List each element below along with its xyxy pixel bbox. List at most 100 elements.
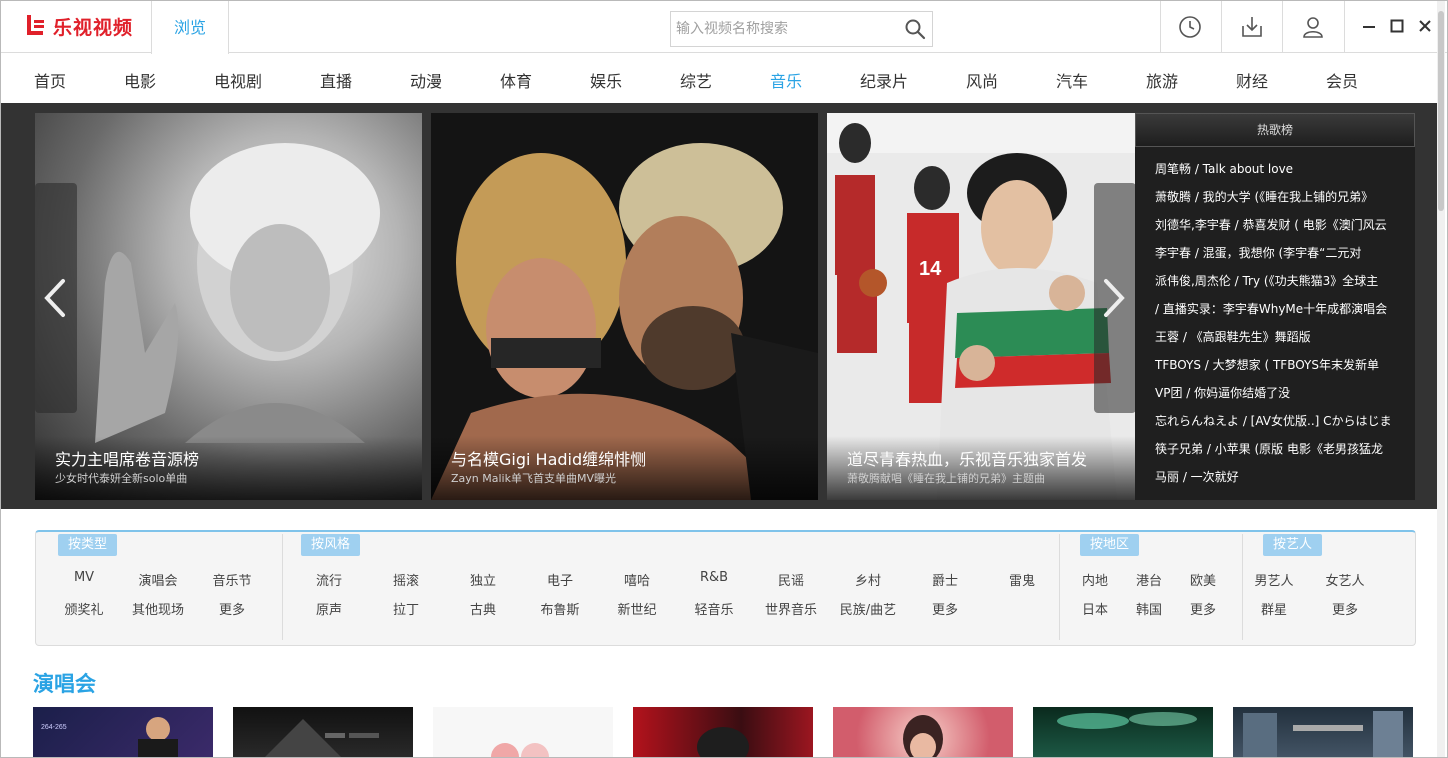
user-icon[interactable] xyxy=(1300,14,1326,40)
nav-item-variety[interactable]: 综艺 xyxy=(680,68,712,92)
concert-thumbnail[interactable] xyxy=(1033,707,1213,757)
filter-group-region: 按地区 内地 港台 欧美 日本 韩国 更多 xyxy=(1060,532,1242,644)
banner-slide[interactable]: 14 道尽青春热血，乐视音乐独家首发 萧敬腾献唱《睡在我上铺的兄弟》主题曲 xyxy=(827,113,1135,500)
concert-thumbnail[interactable] xyxy=(1233,707,1413,757)
nav-item-vip[interactable]: 会员 xyxy=(1326,68,1358,92)
filter-item[interactable]: 更多 xyxy=(194,599,270,618)
filter-group-type: 按类型 MV 演唱会 音乐节 颁奖礼 其他现场 更多 xyxy=(36,532,282,644)
nav-item-finance[interactable]: 财经 xyxy=(1236,68,1268,92)
filter-item[interactable]: 电子 xyxy=(522,570,598,589)
banner-slide[interactable]: 实力主唱席卷音源榜 少女时代泰妍全新solo单曲 xyxy=(35,113,422,500)
nav-item-sports[interactable]: 体育 xyxy=(500,68,532,92)
filter-item[interactable]: 男艺人 xyxy=(1236,570,1312,589)
filter-item[interactable]: 爵士 xyxy=(907,570,983,589)
slide-subtitle: 萧敬腾献唱《睡在我上铺的兄弟》主题曲 xyxy=(847,472,1045,485)
music-filters: 按类型 MV 演唱会 音乐节 颁奖礼 其他现场 更多 按风格 流行 摇滚 独立 … xyxy=(35,530,1416,646)
concert-thumbnail[interactable]: 264-265 xyxy=(33,707,213,757)
slide-subtitle: 少女时代泰妍全新solo单曲 xyxy=(55,472,188,485)
hot-song-item[interactable]: 马丽 / 一次就好 xyxy=(1135,463,1415,491)
filter-item[interactable]: 其他现场 xyxy=(120,599,196,618)
filter-item[interactable]: 民谣 xyxy=(753,570,829,589)
slide-caption: 实力主唱席卷音源榜 少女时代泰妍全新solo单曲 xyxy=(35,436,422,500)
filter-item[interactable]: 群星 xyxy=(1236,599,1312,618)
slide-title: 实力主唱席卷音源榜 xyxy=(55,450,200,469)
hot-song-item[interactable]: 忘れらんねえよ / [AV女优版..] Cからはじま xyxy=(1135,407,1415,435)
nav-item-fashion[interactable]: 风尚 xyxy=(966,68,998,92)
tab-browse[interactable]: 浏览 xyxy=(151,1,229,54)
nav-item-movie[interactable]: 电影 xyxy=(124,68,156,92)
filter-item[interactable]: 颁奖礼 xyxy=(46,599,122,618)
thumbnail-image: 264-265 xyxy=(41,717,178,757)
filter-item[interactable]: 古典 xyxy=(445,599,521,618)
nav-item-anime[interactable]: 动漫 xyxy=(410,68,442,92)
filter-item[interactable]: 更多 xyxy=(1307,599,1383,618)
history-icon[interactable] xyxy=(1177,14,1203,40)
filter-item[interactable]: 音乐节 xyxy=(194,570,270,589)
filter-item[interactable]: 民族/曲艺 xyxy=(830,599,906,618)
filter-item[interactable]: 摇滚 xyxy=(368,570,444,589)
nav-item-live[interactable]: 直播 xyxy=(320,68,352,92)
search-input[interactable] xyxy=(671,12,897,46)
thumbnail-image xyxy=(491,743,549,757)
slide-caption: 道尽青春热血，乐视音乐独家首发 萧敬腾献唱《睡在我上铺的兄弟》主题曲 xyxy=(827,436,1135,500)
nav-item-travel[interactable]: 旅游 xyxy=(1146,68,1178,92)
hot-song-item[interactable]: 王蓉 / 《高跟鞋先生》舞蹈版 xyxy=(1135,323,1415,351)
filter-item[interactable]: 更多 xyxy=(907,599,983,618)
download-icon[interactable] xyxy=(1239,14,1265,40)
hot-song-item[interactable]: 筷子兄弟 / 小苹果 (原版 电影《老男孩猛龙 xyxy=(1135,435,1415,463)
filter-item[interactable]: 女艺人 xyxy=(1307,570,1383,589)
concert-thumbnail[interactable] xyxy=(833,707,1013,757)
search-icon[interactable] xyxy=(904,18,926,40)
carousel-next-button[interactable] xyxy=(1094,183,1136,413)
scrollbar-thumb[interactable] xyxy=(1438,11,1444,211)
hot-song-item[interactable]: VP团 / 你妈逼你结婚了没 xyxy=(1135,379,1415,407)
hot-song-item[interactable]: 周笔畅 / Talk about love xyxy=(1135,155,1415,183)
hot-songs-title: 热歌榜 xyxy=(1135,113,1415,147)
hot-song-item[interactable]: / 直播实录：李宇春WhyMe十年成都演唱会 xyxy=(1135,295,1415,323)
minimize-icon[interactable] xyxy=(1361,18,1377,34)
nav-item-entertainment[interactable]: 娱乐 xyxy=(590,68,622,92)
nav-item-auto[interactable]: 汽车 xyxy=(1056,68,1088,92)
filter-item[interactable]: MV xyxy=(46,570,122,585)
hot-song-item[interactable]: 李宇春 / 混蛋，我想你 (李宇春“二元对 xyxy=(1135,239,1415,267)
filter-tag-type: 按类型 xyxy=(58,534,118,556)
close-icon[interactable] xyxy=(1417,18,1433,34)
maximize-icon[interactable] xyxy=(1389,18,1405,34)
filter-item[interactable]: 拉丁 xyxy=(368,599,444,618)
filter-item[interactable]: 布鲁斯 xyxy=(522,599,598,618)
filter-item[interactable]: R&B xyxy=(676,570,752,585)
filter-item[interactable]: 雷鬼 xyxy=(984,570,1060,589)
hot-song-item[interactable]: TFBOYS / 大梦想家 ( TFBOYS年末发新单 xyxy=(1135,351,1415,379)
hot-song-item[interactable]: 刘德华,李宇春 / 恭喜发财 ( 电影《澳门风云 xyxy=(1135,211,1415,239)
hot-song-item[interactable]: 萧敬腾 / 我的大学 (《睡在我上铺的兄弟》 xyxy=(1135,183,1415,211)
concert-thumbnail[interactable] xyxy=(433,707,613,757)
page-scrollbar[interactable] xyxy=(1437,1,1445,757)
filter-item[interactable]: 嘻哈 xyxy=(599,570,675,589)
filter-item[interactable]: 轻音乐 xyxy=(676,599,752,618)
hot-song-item[interactable]: 派伟俊,周杰伦 / Try (《功夫熊猫3》全球主 xyxy=(1135,267,1415,295)
svg-text:14: 14 xyxy=(919,258,942,280)
toolbar-divider xyxy=(1344,1,1345,53)
filter-item[interactable]: 世界音乐 xyxy=(753,599,829,618)
nav-item-home[interactable]: 首页 xyxy=(34,68,66,92)
toolbar-divider xyxy=(1282,1,1283,53)
carousel-prev-button[interactable] xyxy=(35,183,77,413)
thumbnail-image xyxy=(697,727,749,757)
filter-item[interactable]: 独立 xyxy=(445,570,521,589)
nav-item-music[interactable]: 音乐 xyxy=(770,68,802,92)
filter-item[interactable]: 新世纪 xyxy=(599,599,675,618)
filter-item[interactable]: 乡村 xyxy=(830,570,906,589)
nav-item-documentary[interactable]: 纪录片 xyxy=(860,68,908,92)
concert-thumbnail[interactable] xyxy=(633,707,813,757)
nav-item-tv[interactable]: 电视剧 xyxy=(214,68,262,92)
filter-item[interactable]: 流行 xyxy=(291,570,367,589)
app-logo[interactable]: 乐视视频 xyxy=(25,11,133,41)
filter-item[interactable]: 演唱会 xyxy=(120,570,196,589)
filter-tag-style: 按风格 xyxy=(301,534,361,556)
concert-thumbnail[interactable] xyxy=(233,707,413,757)
filter-item[interactable]: 欧美 xyxy=(1165,570,1241,589)
filter-item[interactable]: 更多 xyxy=(1165,599,1241,618)
filter-item[interactable]: 原声 xyxy=(291,599,367,618)
banner-slide[interactable]: 与名模Gigi Hadid缠绵悱恻 Zayn Malik单飞首支单曲MV曝光 xyxy=(431,113,818,500)
title-bar: 乐视视频 浏览 xyxy=(1,1,1447,54)
